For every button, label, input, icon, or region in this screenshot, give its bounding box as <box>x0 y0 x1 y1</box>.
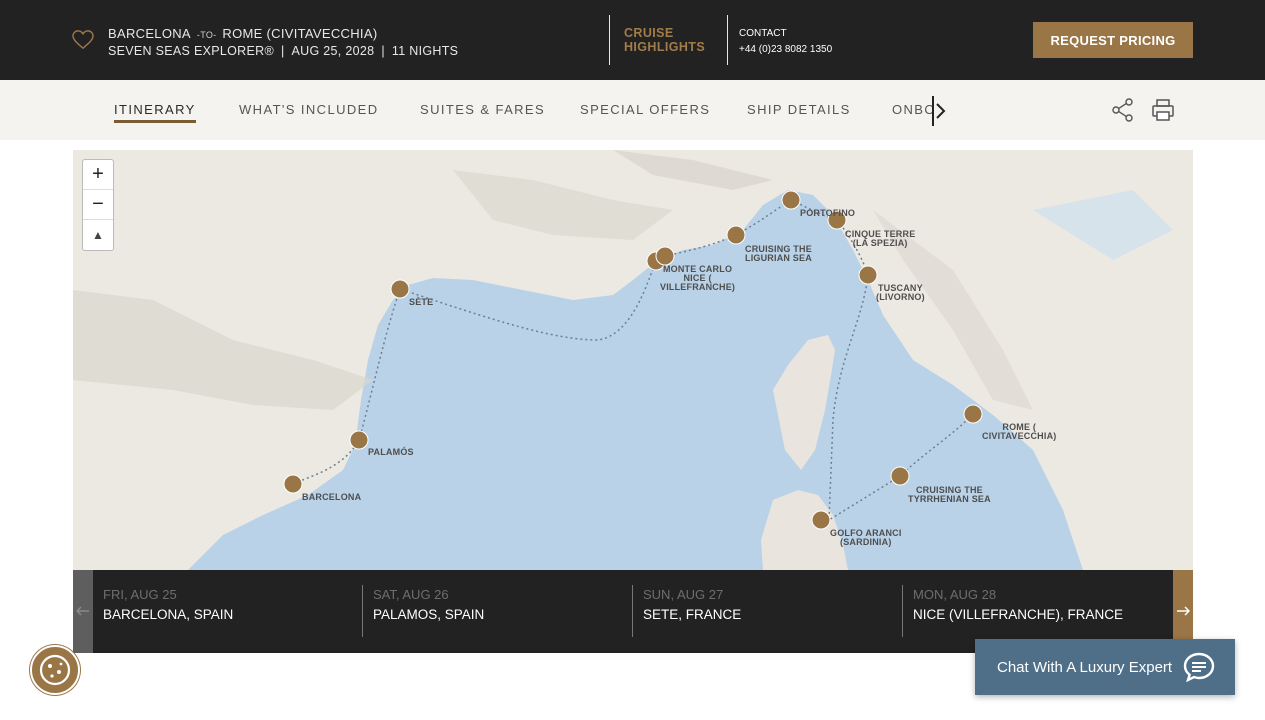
map-label-monte-carlo: MONTE CARLO NICE ( VILLEFRANCHE) <box>660 265 735 292</box>
request-pricing-button[interactable]: REQUEST PRICING <box>1033 22 1193 58</box>
heart-icon[interactable] <box>72 30 94 50</box>
cookie-settings-button[interactable] <box>30 645 80 695</box>
map-label-barcelona: BARCELONA <box>302 492 362 502</box>
highlights-line-2: HIGHLIGHTS <box>624 40 706 54</box>
voyage-summary: BARCELONA -TO- ROME (CIVITAVECCHIA) SEVEN … <box>108 26 459 58</box>
tab-suites-fares[interactable]: SUITES & FARES <box>420 102 545 117</box>
to-separator: -TO- <box>196 30 217 40</box>
chat-bubble-icon <box>1183 652 1215 682</box>
day-date: MON, AUG 28 <box>913 587 997 602</box>
nights-count: 11 NIGHTS <box>391 44 459 58</box>
cookie-icon <box>39 654 71 686</box>
day-card[interactable]: SUN, AUG 27 SETE, FRANCE <box>632 585 902 637</box>
day-port: NICE (VILLEFRANCHE), FRANCE <box>913 607 1124 622</box>
contact-block: CONTACT +44 (0)23 8082 1350 <box>739 26 832 58</box>
tab-special-offers[interactable]: SPECIAL OFFERS <box>580 102 710 117</box>
day-date: SUN, AUG 27 <box>643 587 724 602</box>
day-card[interactable]: MON, AUG 28 NICE (VILLEFRANCHE), FRANCE <box>902 585 1172 637</box>
map-label-ligurian: CRUISING THE LIGURIAN SEA <box>745 245 812 263</box>
zoom-out-button[interactable]: − <box>83 190 113 220</box>
chat-label: Chat With A Luxury Expert <box>997 658 1173 676</box>
map-label-palamos: PALAMÓS <box>368 447 414 457</box>
day-card[interactable]: SAT, AUG 26 PALAMOS, SPAIN <box>362 585 632 637</box>
day-strip-prev-button[interactable] <box>73 570 93 653</box>
tab-whats-included[interactable]: WHAT'S INCLUDED <box>239 102 379 117</box>
map-canvas <box>73 150 1193 570</box>
zoom-in-button[interactable]: + <box>83 160 113 190</box>
tab-bar: ITINERARY WHAT'S INCLUDED SUITES & FARES… <box>0 80 1265 140</box>
day-port: BARCELONA, SPAIN <box>103 607 234 622</box>
land-corsica <box>773 335 835 470</box>
chevron-right-icon[interactable] <box>934 101 948 121</box>
map-label-tuscany: TUSCANY (LIVORNO) <box>876 284 925 302</box>
map-label-portofino: PORTOFINO <box>800 208 856 218</box>
day-date: SAT, AUG 26 <box>373 587 449 602</box>
map-label-tyrrhenian: CRUISING THE TYRRHENIAN SEA <box>908 486 991 504</box>
itinerary-map[interactable] <box>73 150 1193 570</box>
header-divider <box>609 15 610 65</box>
port-marker <box>963 404 983 424</box>
port-marker <box>655 246 675 266</box>
share-icon[interactable] <box>1112 98 1134 122</box>
sail-date: AUG 25, 2028 <box>291 44 375 58</box>
label-line: LIGURIAN SEA <box>745 253 812 263</box>
chat-with-expert-button[interactable]: Chat With A Luxury Expert <box>975 639 1235 695</box>
day-port: PALAMOS, SPAIN <box>373 607 485 622</box>
port-marker <box>781 190 801 210</box>
map-label-golfo-aranci: GOLFO ARANCI (SARDINIA) <box>830 529 902 547</box>
contact-label: CONTACT <box>739 28 787 39</box>
tab-itinerary[interactable]: ITINERARY <box>114 102 196 123</box>
map-label-rome: ROME ( CIVITAVECCHIA) <box>982 423 1056 441</box>
header-divider <box>727 15 728 65</box>
compass-reset-button[interactable]: ▲ <box>83 220 113 250</box>
port-marker <box>283 474 303 494</box>
print-icon[interactable] <box>1151 98 1175 122</box>
origin-port: BARCELONA <box>108 26 191 41</box>
port-marker <box>390 279 410 299</box>
cruise-highlights-link[interactable]: CRUISE HIGHLIGHTS <box>624 26 705 54</box>
label-line: VILLEFRANCHE) <box>660 282 736 292</box>
zoom-controls: + − ▲ <box>82 159 114 251</box>
label-line: (SARDINIA) <box>840 537 892 547</box>
top-header: BARCELONA -TO- ROME (CIVITAVECCHIA) SEVEN … <box>0 0 1265 80</box>
day-card[interactable]: FRI, AUG 25 BARCELONA, SPAIN <box>93 585 363 637</box>
arrow-left-icon <box>76 606 89 616</box>
destination-port: ROME (CIVITAVECCHIA) <box>222 26 378 41</box>
tab-onboard[interactable]: ONBOARD <box>892 102 934 117</box>
day-date: FRI, AUG 25 <box>103 587 177 602</box>
contact-phone[interactable]: +44 (0)23 8082 1350 <box>739 42 832 58</box>
highlights-line-1: CRUISE <box>624 26 674 40</box>
label-line: TYRRHENIAN SEA <box>908 494 991 504</box>
label-line: CIVITAVECCHIA) <box>982 431 1057 441</box>
day-port: SETE, FRANCE <box>643 607 742 622</box>
port-marker <box>811 510 831 530</box>
label-line: (LIVORNO) <box>876 292 925 302</box>
port-marker <box>349 430 369 450</box>
port-marker <box>890 466 910 486</box>
map-label-cinque-terre: CINQUE TERRE (LA SPEZIA) <box>845 230 915 248</box>
label-line: (LA SPEZIA) <box>852 238 908 248</box>
port-marker <box>858 265 878 285</box>
tab-ship-details[interactable]: SHIP DETAILS <box>747 102 851 117</box>
map-label-sete: SÈTE <box>409 297 434 307</box>
ship-name: SEVEN SEAS EXPLORER® <box>108 44 274 58</box>
port-marker <box>726 225 746 245</box>
arrow-right-icon <box>1177 606 1190 616</box>
